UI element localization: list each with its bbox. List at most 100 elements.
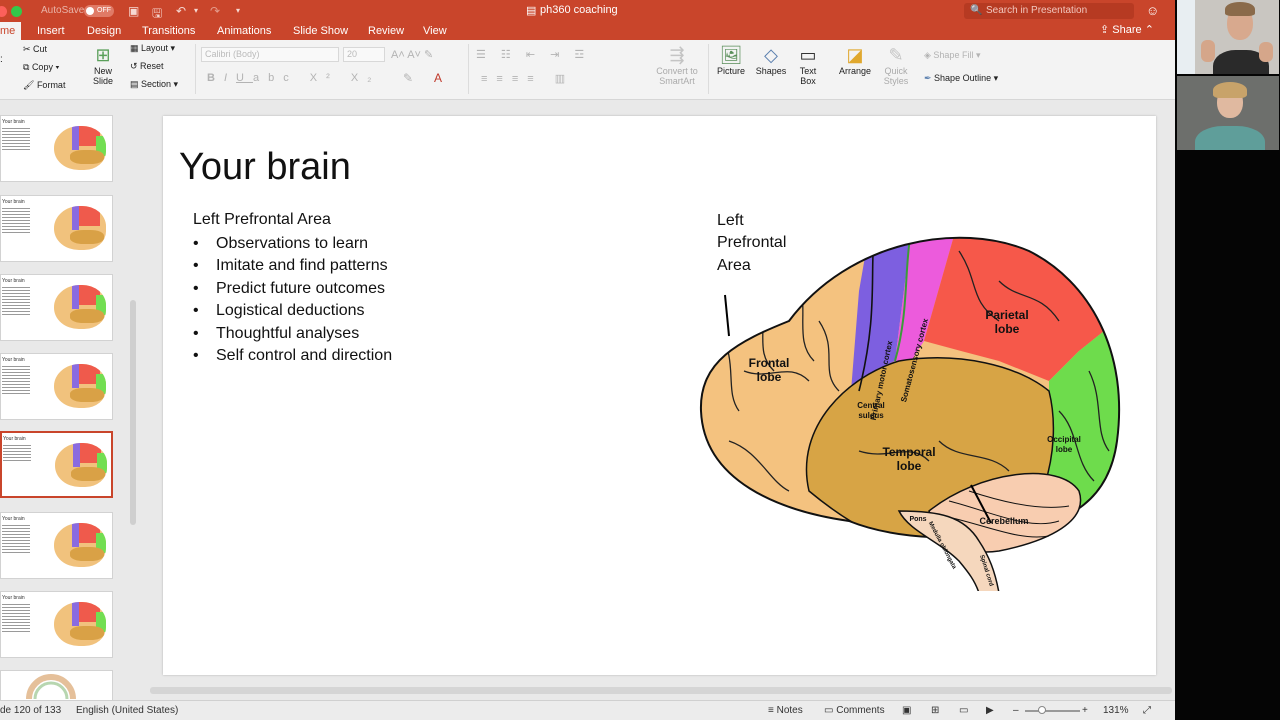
divider [708,44,709,94]
normal-view-icon[interactable]: ▣ [902,705,911,716]
tab-slide-show[interactable]: Slide Show [293,24,348,38]
sidebar-icon[interactable]: ▣ [128,4,139,18]
share-button[interactable]: ⇪ Share ⌃ [1100,23,1154,36]
list-buttons[interactable]: ☰ ☷ ⇤ ⇥ ☲ [476,48,590,61]
occipital-lobe-label: Occipital [1047,435,1081,444]
bullet-list[interactable]: Observations to learn Imitate and find p… [193,233,392,368]
callout-line [724,294,730,337]
thumbnail-title: Your brain [2,516,25,522]
undo-dropdown-icon[interactable]: ▾ [194,6,198,15]
participant-video[interactable] [1177,0,1279,74]
shapes-button[interactable]: ◇ Shapes [752,44,790,76]
font-size-buttons[interactable]: A˄ A˅ ✎ [391,48,433,61]
copy-icon: ⧉ [23,62,32,72]
tab-review[interactable]: Review [368,24,404,38]
close-window-icon[interactable] [0,6,7,17]
thumbnail-title: Your brain [2,595,25,601]
section-button[interactable]: ▤ Section ▾ [130,79,178,90]
comments-icon: ▭ [824,705,837,716]
reset-button[interactable]: ↺ Reset [130,61,164,72]
format-painter-button[interactable]: 🖌 Format [23,80,65,91]
frontal-lobe-label: Frontal [749,356,790,370]
search-placeholder: Search in Presentation [986,5,1088,16]
slide-thumbnail[interactable] [0,670,113,700]
text-box-button[interactable]: ▭ Text Box [794,44,822,86]
cut-button[interactable]: ✂ Cut [23,44,47,55]
zoom-slider-track[interactable] [1025,710,1080,712]
tab-transitions[interactable]: Transitions [142,24,195,38]
text-format-buttons[interactable]: BIUabc X² X₂ [207,72,380,84]
thumbnail-scrollbar[interactable] [130,300,136,525]
format-painter-icon: 🖌 [23,80,37,90]
undo-icon[interactable]: ↶ [176,4,186,18]
quick-styles-label-1: Quick [884,66,908,76]
layout-button[interactable]: ▦ Layout ▾ [130,43,175,54]
participant-hand [1201,40,1215,62]
slideshow-view-icon[interactable]: ▶ [986,705,994,716]
picture-button[interactable]: 🖼 Picture [714,44,748,76]
customize-toolbar-icon[interactable]: ▾ [236,6,240,15]
zoom-level[interactable]: 131% [1103,705,1129,716]
font-name-field[interactable]: Calibri (Body) [201,47,339,62]
shape-fill-button[interactable]: ◈ Shape Fill ▾ [924,50,980,61]
prefrontal-callout[interactable]: Left Prefrontal Area [717,210,786,277]
tab-home[interactable]: me [0,22,22,40]
layout-icon: ▦ [130,43,142,53]
window-background [1177,0,1195,74]
paste-fragment[interactable]: : [0,54,3,65]
tab-insert[interactable]: Insert [37,24,65,38]
quick-styles-button[interactable]: ✎ Quick Styles [878,44,914,86]
zoom-out-icon[interactable]: – [1013,705,1019,716]
new-slide-button[interactable]: ⊞ New Slide [86,44,120,86]
reading-view-icon[interactable]: ▭ [959,705,968,716]
tab-animations[interactable]: Animations [217,24,271,38]
shape-outline-button[interactable]: ✒ Shape Outline ▾ [924,73,998,84]
slide-thumbnail[interactable]: Your brain [0,274,113,341]
redo-icon[interactable]: ↷ [210,4,220,18]
reset-label: Reset [140,61,164,71]
alignment-buttons[interactable]: ≡≡≡≡ ▥ [481,72,574,85]
search-input[interactable]: 🔍 Search in Presentation [964,3,1134,19]
body-heading[interactable]: Left Prefrontal Area [193,211,331,229]
slide-thumbnail[interactable]: Your brain [0,353,113,420]
zoom-window-icon[interactable] [11,6,22,17]
autosave-toggle[interactable]: OFF [84,5,114,17]
ribbon-tabs: me Insert Design Transitions Animations … [0,22,1175,40]
slide-thumbnail[interactable]: Your brain [0,115,113,182]
slide-thumbnail[interactable]: Your brain [0,195,113,262]
picture-label: Picture [716,66,745,76]
slide-sorter-icon[interactable]: ⊞ [931,705,939,716]
zoom-slider-handle[interactable] [1038,706,1046,714]
slide-thumbnail[interactable]: Your brain [0,591,113,658]
font-color-icon[interactable]: A [434,71,442,85]
tab-view[interactable]: View [423,24,447,38]
thumbnail-title: Your brain [3,436,26,442]
divider [468,44,469,94]
arrange-button[interactable]: ◪ Arrange [836,44,874,76]
notes-button[interactable]: ≡ Notes [768,705,803,716]
thumbnail-title: Your brain [2,199,25,205]
copy-button[interactable]: ⧉ Copy ▾ [23,62,59,73]
highlight-color-icon[interactable]: ✎ [403,71,413,85]
participant-hair [1213,82,1247,98]
font-size-field[interactable]: 20 [343,47,385,62]
share-label: Share [1112,24,1142,36]
slide-canvas[interactable]: Your brain Left Prefrontal Area Observat… [163,116,1156,675]
slide-title[interactable]: Your brain [179,146,351,189]
participant-video[interactable] [1177,76,1279,150]
slide-thumbnail[interactable]: Your brain [0,512,113,579]
new-slide-label-1: New [93,66,112,76]
temporal-lobe-label: lobe [897,459,922,473]
divider [195,44,196,94]
thumbnail-title: Your brain [2,278,25,284]
horizontal-scrollbar[interactable] [150,687,1172,694]
language-indicator[interactable]: English (United States) [76,705,178,716]
slide-thumbnail-selected[interactable]: Your brain [0,431,113,498]
comments-button[interactable]: ▭ Comments [824,705,885,716]
convert-smartart-button[interactable]: ⇶ Convert to SmartArt [654,44,700,86]
powerpoint-window: AutoSave OFF ▣ 🖫 ↶ ▾ ↷ ▾ ▤ ph360 coachin… [0,0,1280,720]
fit-to-window-icon[interactable]: ⤢ [1143,705,1151,716]
tab-design[interactable]: Design [87,24,121,38]
zoom-in-icon[interactable]: + [1082,705,1088,716]
account-icon[interactable]: ☺ [1146,3,1159,18]
